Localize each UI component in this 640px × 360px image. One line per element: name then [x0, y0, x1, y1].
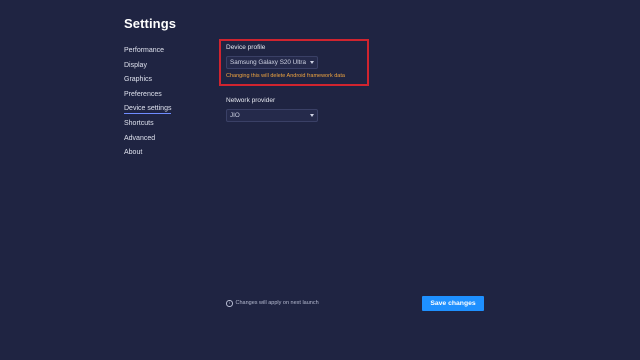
- footer-note-text: Changes will apply on next launch: [235, 300, 319, 307]
- sidebar-item-label: Device settings: [124, 105, 172, 115]
- device-profile-section: Device profile Samsung Galaxy S20 Ultra …: [226, 44, 345, 79]
- chevron-down-icon: [310, 61, 314, 64]
- sidebar-item-about[interactable]: About: [124, 148, 204, 163]
- network-provider-select[interactable]: JIO: [226, 109, 318, 122]
- sidebar-item-preferences[interactable]: Preferences: [124, 90, 204, 105]
- sidebar-item-label: About: [124, 149, 143, 157]
- device-profile-select[interactable]: Samsung Galaxy S20 Ultra: [226, 56, 318, 69]
- sidebar-item-label: Graphics: [124, 76, 153, 84]
- sidebar-item-label: Performance: [124, 47, 165, 54]
- network-provider-section: Network provider JIO: [226, 97, 318, 122]
- device-profile-value: Samsung Galaxy S20 Ultra: [230, 59, 306, 66]
- save-changes-button[interactable]: Save changes: [422, 296, 484, 311]
- device-profile-warning: Changing this will delete Android framew…: [226, 73, 345, 79]
- sidebar-item-label: Shortcuts: [124, 119, 154, 127]
- sidebar-item-graphics[interactable]: Graphics: [124, 75, 204, 90]
- network-provider-value: JIO: [230, 112, 240, 119]
- device-profile-label: Device profile: [226, 44, 266, 51]
- sidebar: Performance Display Graphics Preferences…: [124, 46, 204, 163]
- sidebar-item-device-settings[interactable]: Device settings: [124, 104, 204, 119]
- page-title: Settings: [124, 16, 177, 31]
- info-icon: i: [226, 300, 233, 307]
- sidebar-item-label: Advanced: [124, 134, 156, 142]
- network-provider-label: Network provider: [226, 97, 276, 104]
- sidebar-item-shortcuts[interactable]: Shortcuts: [124, 119, 204, 134]
- sidebar-item-display[interactable]: Display: [124, 61, 204, 76]
- chevron-down-icon: [310, 114, 314, 117]
- sidebar-item-label: Preferences: [124, 90, 162, 98]
- sidebar-item-advanced[interactable]: Advanced: [124, 134, 204, 149]
- footer-note: i Changes will apply on next launch: [226, 300, 319, 307]
- sidebar-item-performance[interactable]: Performance: [124, 46, 204, 61]
- sidebar-item-label: Display: [124, 61, 147, 69]
